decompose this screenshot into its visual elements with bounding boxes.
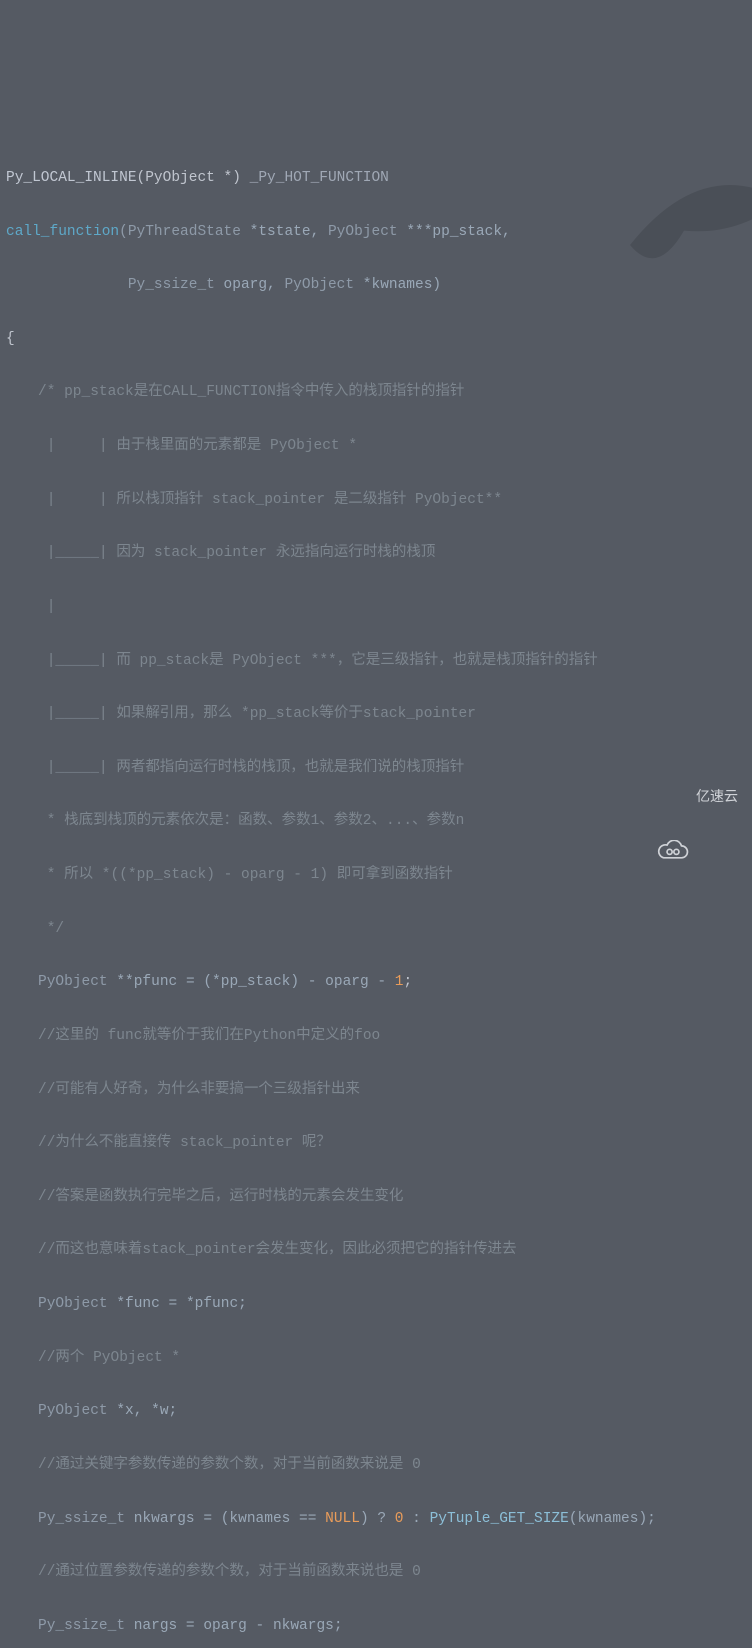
code-line: PyObject *func = *pfunc; [6,1291,746,1318]
code-line: Py_ssize_t nargs = oparg - nkwargs; [6,1613,746,1640]
comment-line: |_____| 因为 stack_pointer 永远指向运行时栈的栈顶 [6,540,746,567]
comment-line: //两个 PyObject * [6,1345,746,1372]
param-name: *tstate, [250,224,328,240]
cloud-icon [656,786,690,808]
param-name: ***pp_stack, [406,224,510,240]
comment-line: //答案是函数执行完毕之后，运行时栈的元素会发生变化 [6,1184,746,1211]
watermark: 亿速云 [656,784,738,810]
statement: : [403,1511,429,1527]
comment-line: //通过关键字参数传递的参数个数，对于当前函数来说是 0 [6,1452,746,1479]
comment-line: //这里的 func就等价于我们在Python中定义的foo [6,1023,746,1050]
comment-line: * 所以 *((*pp_stack) - oparg - 1) 即可拿到函数指针 [6,862,746,889]
type-keyword: PyObject [38,1403,116,1419]
code-line: Py_LOCAL_INLINE(PyObject *) _Py_HOT_FUNC… [6,165,746,192]
comment-line: | [6,594,746,621]
code-line: PyObject *x, *w; [6,1398,746,1425]
macro-name: Py_LOCAL_INLINE [6,170,137,186]
code-line: PyObject **pfunc = (*pp_stack) - oparg -… [6,969,746,996]
param-type: PyObject [284,277,362,293]
watermark-text: 亿速云 [696,784,738,810]
return-type: (PyObject *) [137,170,241,186]
comment-line: | | 由于栈里面的元素都是 PyObject * [6,433,746,460]
param-type: (PyThreadState [119,224,250,240]
background-decoration [612,110,752,290]
statement: ) ? [360,1511,395,1527]
comment-line: */ [6,916,746,943]
statement: nkwargs = (kwnames == [134,1511,325,1527]
comment-line: /* pp_stack是在CALL_FUNCTION指令中传入的栈顶指针的指针 [6,379,746,406]
comment-line: * 栈底到栈顶的元素依次是：函数、参数1、参数2、...、参数n [6,808,746,835]
comment-line: //可能有人好奇，为什么非要搞一个三级指针出来 [6,1077,746,1104]
comment-line: |_____| 而 pp_stack是 PyObject ***，它是三级指针，… [6,648,746,675]
null-literal: NULL [325,1511,360,1527]
type-keyword: Py_ssize_t [38,1618,134,1634]
comment-line: | | 所以栈顶指针 stack_pointer 是二级指针 PyObject*… [6,487,746,514]
statement: nargs = oparg - nkwargs; [134,1618,343,1634]
code-line: Py_ssize_t nkwargs = (kwnames == NULL) ?… [6,1506,746,1533]
statement: **pfunc = (*pp_stack) - oparg - [116,974,394,990]
comment-line: //而这也意味着stack_pointer会发生变化，因此必须把它的指针传进去 [6,1237,746,1264]
param-type: Py_ssize_t [128,277,224,293]
hot-attr: _Py_HOT_FUNCTION [241,170,389,186]
statement: (kwnames); [569,1511,656,1527]
param-type: PyObject [328,224,406,240]
comment-line: //通过位置参数传递的参数个数，对于当前函数来说也是 0 [6,1559,746,1586]
number-literal: 1 [395,974,404,990]
statement: *func = *pfunc; [116,1296,247,1312]
type-keyword: PyObject [38,974,116,990]
type-keyword: Py_ssize_t [38,1511,134,1527]
type-keyword: PyObject [38,1296,116,1312]
comment-line: //为什么不能直接传 stack_pointer 呢？ [6,1130,746,1157]
semicolon: ; [403,974,412,990]
param-name: *kwnames) [363,277,441,293]
brace-open: { [6,326,746,353]
number-literal: 0 [395,1511,404,1527]
indent [6,277,128,293]
param-name: oparg, [224,277,285,293]
comment-line: |_____| 如果解引用，那么 *pp_stack等价于stack_point… [6,701,746,728]
code-line: call_function(PyThreadState *tstate, PyO… [6,219,746,246]
comment-line: |_____| 两者都指向运行时栈的栈顶，也就是我们说的栈顶指针 [6,755,746,782]
statement: *x, *w; [116,1403,177,1419]
function-name: call_function [6,224,119,240]
function-call: PyTuple_GET_SIZE [430,1511,569,1527]
code-line: Py_ssize_t oparg, PyObject *kwnames) [6,272,746,299]
